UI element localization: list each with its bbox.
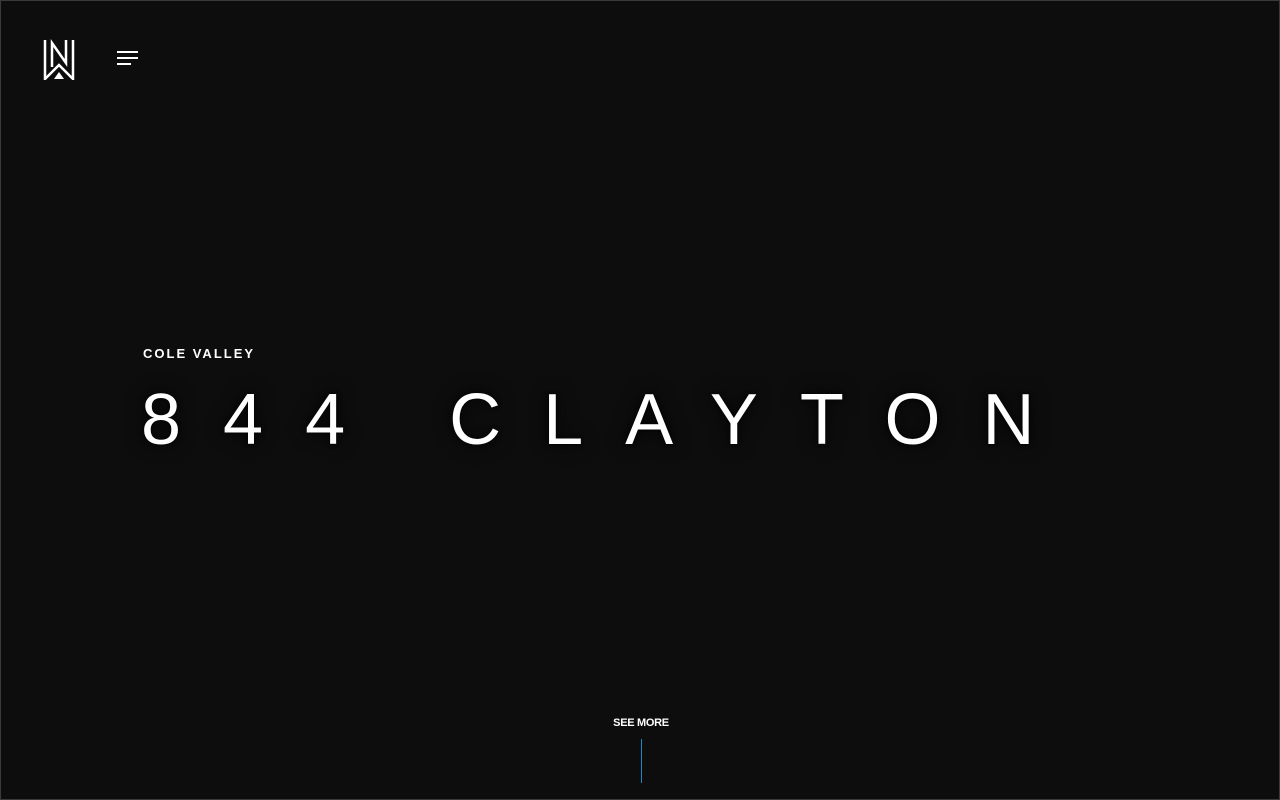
scroll-indicator-line <box>640 739 642 783</box>
page: COLE VALLEY 844 CLAYTON SEE MORE <box>0 0 1280 800</box>
menu-button[interactable] <box>113 48 141 70</box>
hamburger-menu-icon <box>117 63 131 65</box>
property-title: 844 CLAYTON <box>141 380 1077 460</box>
brand-logo[interactable] <box>42 39 76 83</box>
nw-logo-icon <box>43 39 75 83</box>
see-more-label: SEE MORE <box>613 717 669 729</box>
hero: COLE VALLEY 844 CLAYTON <box>141 345 1077 466</box>
hamburger-menu-icon <box>117 51 138 53</box>
hamburger-menu-icon <box>117 57 138 59</box>
see-more-button[interactable]: SEE MORE <box>591 713 691 783</box>
neighborhood-label: COLE VALLEY <box>143 346 256 361</box>
